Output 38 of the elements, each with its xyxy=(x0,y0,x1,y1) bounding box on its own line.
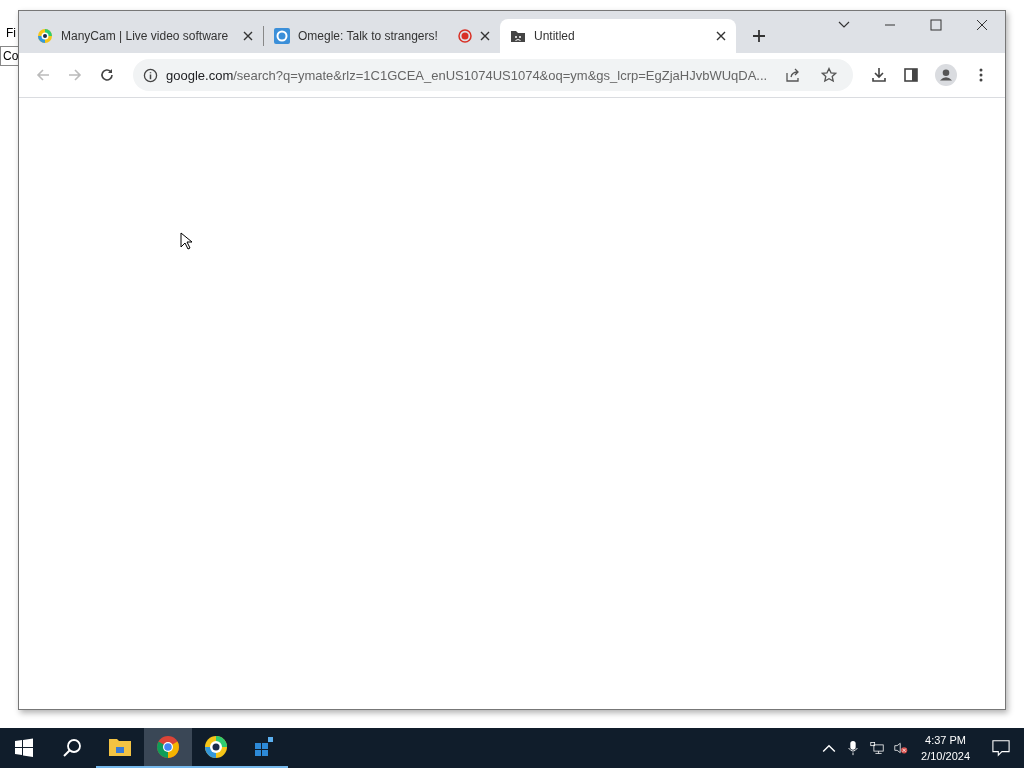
start-icon[interactable] xyxy=(14,738,34,758)
microphone-icon[interactable] xyxy=(846,740,861,756)
close-icon[interactable] xyxy=(716,31,726,41)
sad-folder-icon xyxy=(510,28,526,44)
mouse-pointer-icon xyxy=(180,232,192,250)
cubes-icon xyxy=(252,735,276,759)
maximize-icon[interactable] xyxy=(930,19,942,31)
tab-title: ManyCam | Live video software xyxy=(61,29,230,43)
chat-logo-icon xyxy=(274,28,290,44)
chrome-icon xyxy=(156,735,180,759)
info-icon xyxy=(143,67,158,83)
camera-eye-icon xyxy=(204,735,228,759)
address-bar[interactable]: google.com/search?q=ymate&rlz=1C1GCEA_enUS1074US1074&oq=ym&gs_lcrp=EgZjaHJvbWUqDA... xyxy=(133,59,853,91)
clock-date: 2/10/2024 xyxy=(921,749,970,764)
browser-tab[interactable]: ManyCam | Live video software xyxy=(27,19,263,53)
network-icon[interactable] xyxy=(870,740,885,756)
close-icon[interactable] xyxy=(976,19,988,31)
menu-item[interactable]: Fi xyxy=(6,26,16,40)
close-icon[interactable] xyxy=(480,31,490,41)
reload-icon[interactable] xyxy=(99,67,115,83)
search-icon[interactable] xyxy=(62,738,82,758)
star-icon[interactable] xyxy=(821,67,837,83)
notification-icon[interactable] xyxy=(992,739,1010,757)
share-icon[interactable] xyxy=(785,67,801,83)
close-icon[interactable] xyxy=(243,31,253,41)
tab-title: Untitled xyxy=(534,29,576,43)
browser-tab[interactable]: Omegle: Talk to strangers! xyxy=(264,19,500,53)
profile-icon[interactable] xyxy=(935,64,957,86)
clock-time: 4:37 PM xyxy=(925,733,966,748)
browser-tab[interactable]: Untitled xyxy=(500,19,736,53)
camera-eye-icon xyxy=(37,28,53,44)
address-text: Co xyxy=(3,49,19,63)
side-panel-icon[interactable] xyxy=(903,67,919,83)
new-tab-icon[interactable] xyxy=(752,29,766,43)
muted-speaker-icon[interactable] xyxy=(894,740,909,756)
tab-title: Omegle: Talk to strangers! xyxy=(298,29,439,43)
download-icon[interactable] xyxy=(871,67,887,83)
url-text: google.com/search?q=ymate&rlz=1C1GCEA_enUS1074US1074&oq=ym&gs_lcrp=EgZjaHJvbWUqDA... xyxy=(166,67,769,83)
